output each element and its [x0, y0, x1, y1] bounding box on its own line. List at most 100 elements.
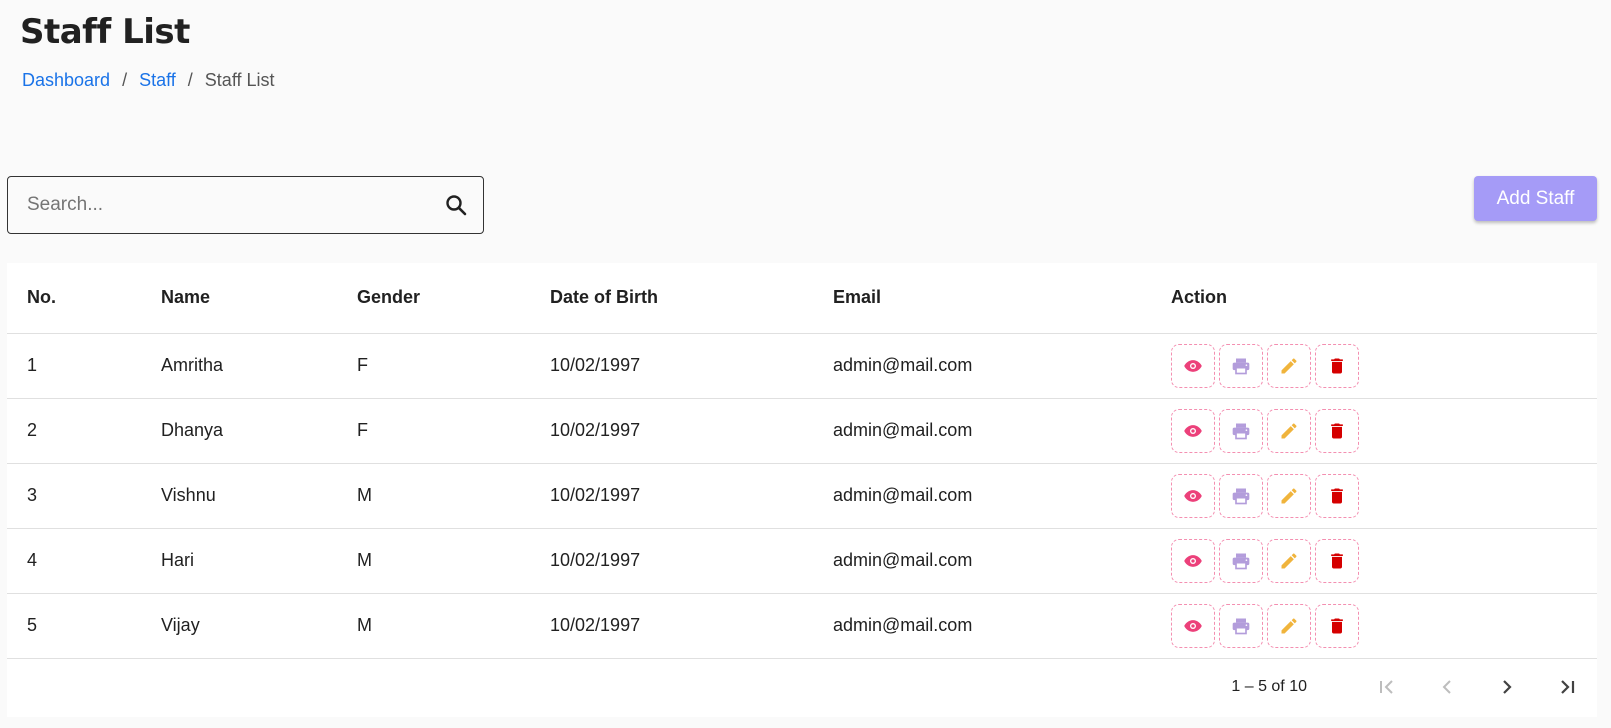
- search-icon[interactable]: [429, 177, 483, 233]
- cell-actions: [1171, 398, 1597, 464]
- breadcrumb-separator: /: [187, 70, 193, 90]
- edit-button[interactable]: [1267, 603, 1311, 648]
- page-title: Staff List: [20, 12, 190, 52]
- print-button[interactable]: [1219, 538, 1263, 583]
- trash-icon: [1327, 421, 1347, 441]
- row-actions: [1171, 408, 1597, 453]
- eye-icon: [1183, 421, 1203, 441]
- search-box: [7, 176, 484, 234]
- delete-button[interactable]: [1315, 538, 1359, 583]
- next-page-icon[interactable]: [1477, 667, 1537, 707]
- cell-name: Vijay: [161, 593, 357, 659]
- cell-no: 5: [7, 593, 161, 659]
- print-button[interactable]: [1219, 473, 1263, 518]
- print-button[interactable]: [1219, 408, 1263, 453]
- breadcrumb-separator: /: [122, 70, 128, 90]
- pagination-range: 1 – 5 of 10: [1231, 678, 1307, 695]
- eye-icon: [1183, 616, 1203, 636]
- trash-icon: [1327, 551, 1347, 571]
- printer-icon: [1231, 551, 1251, 571]
- cell-email: admin@mail.com: [833, 593, 1171, 659]
- cell-name: Amritha: [161, 333, 357, 399]
- cell-dob: 10/02/1997: [550, 528, 833, 594]
- breadcrumb: Dashboard / Staff / Staff List: [22, 70, 275, 91]
- printer-icon: [1231, 616, 1251, 636]
- row-actions: [1171, 473, 1597, 518]
- cell-actions: [1171, 593, 1597, 659]
- print-button[interactable]: [1219, 603, 1263, 648]
- trash-icon: [1327, 616, 1347, 636]
- edit-button[interactable]: [1267, 538, 1311, 583]
- table-header-row: No. Name Gender Date of Birth Email Acti…: [7, 263, 1597, 334]
- cell-gender: F: [357, 333, 550, 399]
- cell-dob: 10/02/1997: [550, 593, 833, 659]
- paginator: 1 – 5 of 10: [1231, 657, 1597, 717]
- pencil-icon: [1279, 616, 1299, 636]
- eye-icon: [1183, 486, 1203, 506]
- staff-table-card: No. Name Gender Date of Birth Email Acti…: [7, 263, 1597, 717]
- cell-actions: [1171, 528, 1597, 594]
- cell-name: Vishnu: [161, 463, 357, 529]
- printer-icon: [1231, 486, 1251, 506]
- view-button[interactable]: [1171, 603, 1215, 648]
- previous-page-icon[interactable]: [1417, 667, 1477, 707]
- pencil-icon: [1279, 356, 1299, 376]
- view-button[interactable]: [1171, 473, 1215, 518]
- cell-no: 2: [7, 398, 161, 464]
- print-button[interactable]: [1219, 343, 1263, 388]
- cell-email: admin@mail.com: [833, 398, 1171, 464]
- cell-email: admin@mail.com: [833, 463, 1171, 529]
- last-page-icon[interactable]: [1537, 667, 1597, 707]
- cell-no: 3: [7, 463, 161, 529]
- trash-icon: [1327, 356, 1347, 376]
- printer-icon: [1231, 356, 1251, 376]
- cell-dob: 10/02/1997: [550, 463, 833, 529]
- edit-button[interactable]: [1267, 343, 1311, 388]
- table-row: 4 Hari M 10/02/1997 admin@mail.com: [7, 528, 1597, 594]
- first-page-icon[interactable]: [1357, 667, 1417, 707]
- column-header-no: No.: [7, 263, 161, 334]
- cell-no: 4: [7, 528, 161, 594]
- printer-icon: [1231, 421, 1251, 441]
- breadcrumb-staff-link[interactable]: Staff: [139, 70, 176, 91]
- view-button[interactable]: [1171, 538, 1215, 583]
- column-header-dob: Date of Birth: [550, 263, 833, 334]
- column-header-name: Name: [161, 263, 357, 334]
- cell-gender: F: [357, 398, 550, 464]
- staff-table: No. Name Gender Date of Birth Email Acti…: [7, 263, 1597, 659]
- row-actions: [1171, 538, 1597, 583]
- cell-actions: [1171, 333, 1597, 399]
- column-header-action: Action: [1171, 263, 1597, 334]
- eye-icon: [1183, 551, 1203, 571]
- table-row: 5 Vijay M 10/02/1997 admin@mail.com: [7, 593, 1597, 659]
- trash-icon: [1327, 486, 1347, 506]
- row-actions: [1171, 343, 1597, 388]
- edit-button[interactable]: [1267, 473, 1311, 518]
- row-actions: [1171, 603, 1597, 648]
- view-button[interactable]: [1171, 408, 1215, 453]
- table-row: 2 Dhanya F 10/02/1997 admin@mail.com: [7, 398, 1597, 464]
- cell-dob: 10/02/1997: [550, 398, 833, 464]
- add-staff-button[interactable]: Add Staff: [1474, 176, 1597, 221]
- delete-button[interactable]: [1315, 473, 1359, 518]
- delete-button[interactable]: [1315, 603, 1359, 648]
- delete-button[interactable]: [1315, 408, 1359, 453]
- cell-dob: 10/02/1997: [550, 333, 833, 399]
- search-input[interactable]: [8, 194, 429, 216]
- table-row: 1 Amritha F 10/02/1997 admin@mail.com: [7, 333, 1597, 399]
- edit-button[interactable]: [1267, 408, 1311, 453]
- breadcrumb-dashboard-link[interactable]: Dashboard: [22, 70, 110, 91]
- cell-email: admin@mail.com: [833, 528, 1171, 594]
- delete-button[interactable]: [1315, 343, 1359, 388]
- pencil-icon: [1279, 551, 1299, 571]
- column-header-gender: Gender: [357, 263, 550, 334]
- pencil-icon: [1279, 421, 1299, 441]
- view-button[interactable]: [1171, 343, 1215, 388]
- column-header-email: Email: [833, 263, 1171, 334]
- pencil-icon: [1279, 486, 1299, 506]
- breadcrumb-current: Staff List: [204, 70, 275, 90]
- cell-gender: M: [357, 528, 550, 594]
- cell-email: admin@mail.com: [833, 333, 1171, 399]
- cell-no: 1: [7, 333, 161, 399]
- cell-actions: [1171, 463, 1597, 529]
